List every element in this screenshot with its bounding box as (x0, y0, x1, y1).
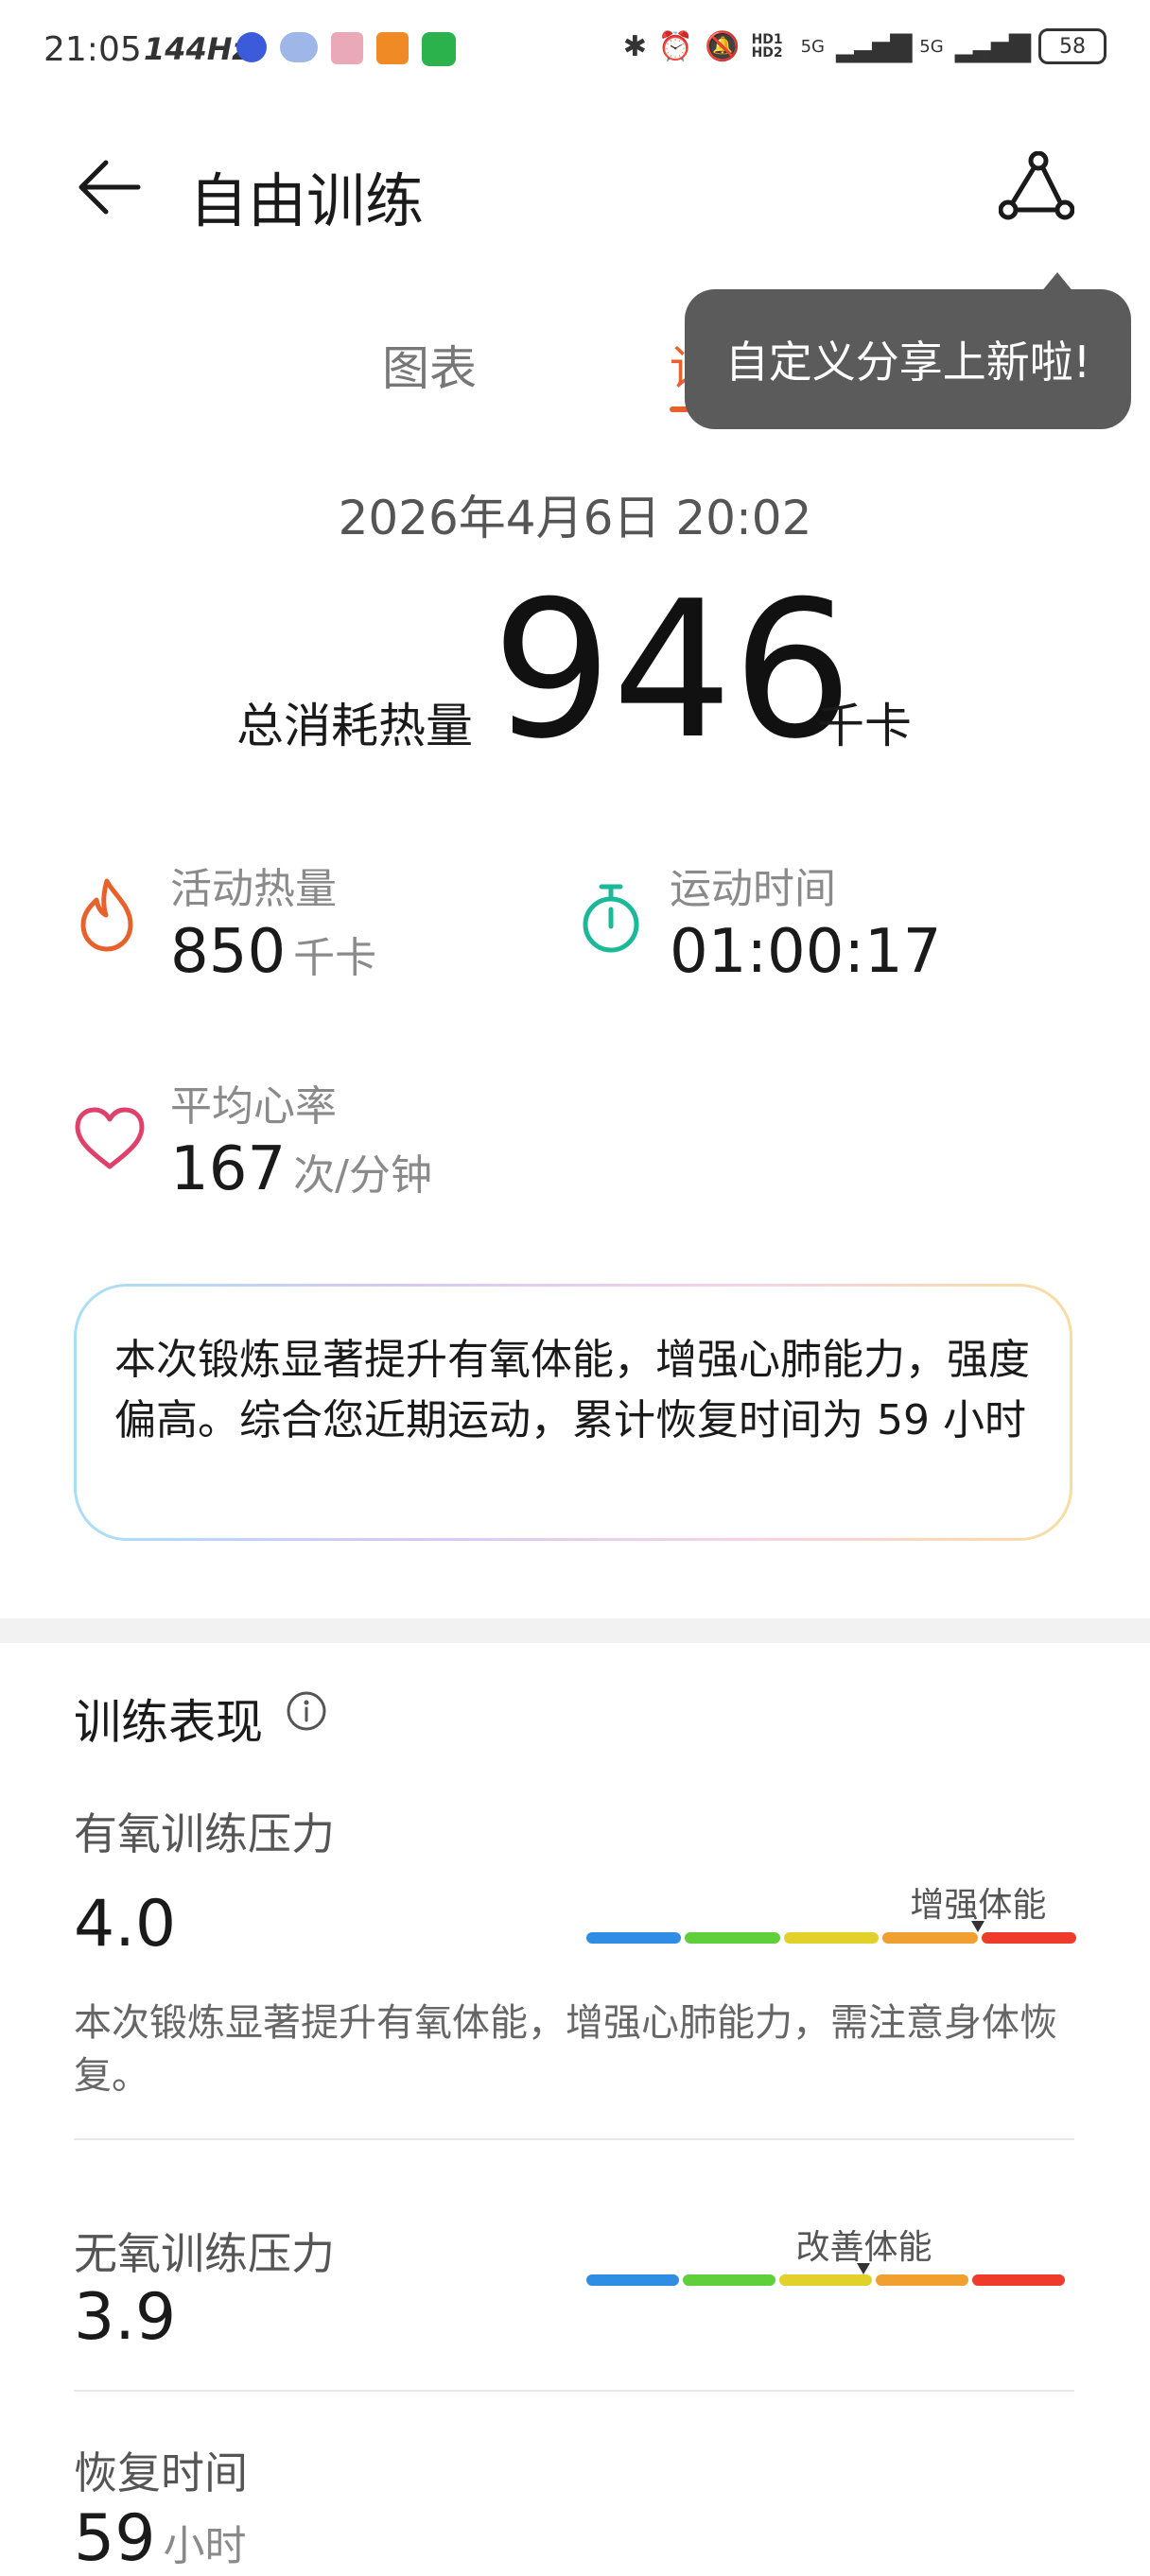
cloud-app-icon (280, 32, 318, 62)
scale-segment (972, 2274, 1065, 2286)
share-tooltip[interactable]: 自定义分享上新啦! (685, 289, 1131, 429)
duration-label: 运动时间 (670, 865, 836, 913)
wechat-icon (422, 32, 456, 66)
notification-icons (236, 32, 456, 66)
info-button[interactable] (286, 1690, 327, 1732)
alarm-icon: ⏰ (657, 29, 694, 63)
duration-value: 01:00:17 (670, 917, 942, 987)
heart-icon (75, 1107, 145, 1169)
stopwatch-icon (583, 884, 639, 953)
status-right: ✱ ⏰ 🔕 HD1 HD2 5G ▂▃▅▇ 5G ▂▃▅▇ 58 (623, 28, 1106, 64)
share-button[interactable] (998, 150, 1075, 223)
recovery-label: 恢复时间 (74, 2447, 248, 2498)
total-calories-value: 946 (492, 561, 853, 781)
active-calories-value: 850 (170, 917, 287, 987)
duration-value-row: 01:00:17 (670, 917, 941, 987)
row-divider (74, 2390, 1074, 2392)
arrow-left-icon (78, 160, 141, 215)
anaerobic-level-marker (857, 2263, 871, 2274)
orange-app-icon (376, 32, 409, 64)
aerobic-scale: 增强体能 (586, 1877, 1076, 1944)
anaerobic-scale: 改善体能 (586, 2220, 1065, 2286)
aerobic-description: 本次锻炼显著提升有氧体能，增强心肺能力，需注意身体恢复。 (74, 2001, 1057, 2098)
scale-segment (586, 1932, 682, 1944)
anaerobic-scale-bar (586, 2274, 1065, 2286)
page-title: 自由训练 (189, 166, 425, 235)
signal-5g-1: 5G (800, 36, 825, 57)
info-icon (287, 1691, 326, 1731)
recovery-value: 59 (74, 2501, 156, 2576)
scale-segment (586, 2274, 679, 2286)
section-title: 训练表现 (74, 1695, 263, 1750)
signal-bars-icon: ▂▃▅▇ (836, 29, 912, 63)
heart-rate-label: 平均心率 (170, 1082, 337, 1131)
active-calories-unit: 千卡 (293, 934, 377, 982)
scale-segment (683, 2274, 775, 2286)
battery-icon: 58 (1038, 28, 1106, 64)
scale-segment (685, 1932, 780, 1944)
signal-5g-2: 5G (919, 36, 944, 57)
anaerobic-label: 无氧训练压力 (74, 2228, 335, 2279)
mute-icon: 🔕 (705, 29, 741, 63)
duration-stat (581, 881, 641, 959)
aerobic-scale-bar (586, 1932, 1076, 1944)
heart-rate-value-row: 167 次/分钟 (170, 1134, 432, 1204)
heart-rate-stat (74, 1106, 146, 1176)
flame-icon (80, 878, 133, 952)
active-calories-label: 活动热量 (170, 865, 337, 913)
row-divider (74, 2138, 1074, 2140)
aerobic-value: 4.0 (74, 1887, 177, 1962)
workout-datetime: 2026年4月6日 20:02 (338, 491, 812, 545)
aerobic-label: 有氧训练压力 (74, 1808, 335, 1859)
heart-rate-unit: 次/分钟 (293, 1151, 432, 1200)
total-calories-label: 总消耗热量 (236, 699, 473, 753)
signal-bars-icon: ▂▃▅▇ (954, 29, 1031, 63)
active-calories-value-row: 850 千卡 (170, 917, 376, 987)
anime-app-icon (331, 32, 363, 64)
tab-chart[interactable]: 图表 (382, 331, 477, 399)
total-calories-unit: 千卡 (817, 699, 912, 753)
baidu-icon (236, 32, 267, 62)
scale-segment (783, 1932, 880, 1944)
section-divider (0, 1618, 1150, 1643)
refresh-rate: 144Hz (144, 31, 251, 67)
aerobic-level-marker (971, 1921, 985, 1932)
anaerobic-level-label: 改善体能 (795, 2228, 932, 2267)
scale-segment (779, 2274, 872, 2286)
status-time: 21:05 (44, 30, 142, 69)
share-icon (998, 150, 1075, 220)
recovery-value-row: 59 小时 (74, 2501, 247, 2576)
scale-segment (876, 2274, 968, 2286)
advice-card: 本次锻炼显著提升有氧体能，增强心肺能力，强度偏高。综合您近期运动，累计恢复时间为… (74, 1284, 1072, 1541)
heart-rate-value: 167 (170, 1134, 287, 1204)
status-bar: 21:05 144Hz ✱ ⏰ 🔕 HD1 HD2 5G ▂▃▅▇ 5G ▂▃▅… (0, 0, 1150, 104)
bluetooth-icon: ✱ (622, 29, 647, 63)
anaerobic-value: 3.9 (74, 2280, 177, 2355)
scale-segment (882, 1932, 978, 1944)
back-button[interactable] (76, 157, 144, 217)
advice-text: 本次锻炼显著提升有氧体能，增强心肺能力，强度偏高。综合您近期运动，累计恢复时间为… (77, 1287, 1070, 1538)
scale-segment (981, 1932, 1076, 1944)
hd-icon: HD1 HD2 (751, 32, 783, 61)
recovery-unit: 小时 (163, 2522, 247, 2570)
aerobic-level-label: 增强体能 (910, 1886, 1047, 1925)
